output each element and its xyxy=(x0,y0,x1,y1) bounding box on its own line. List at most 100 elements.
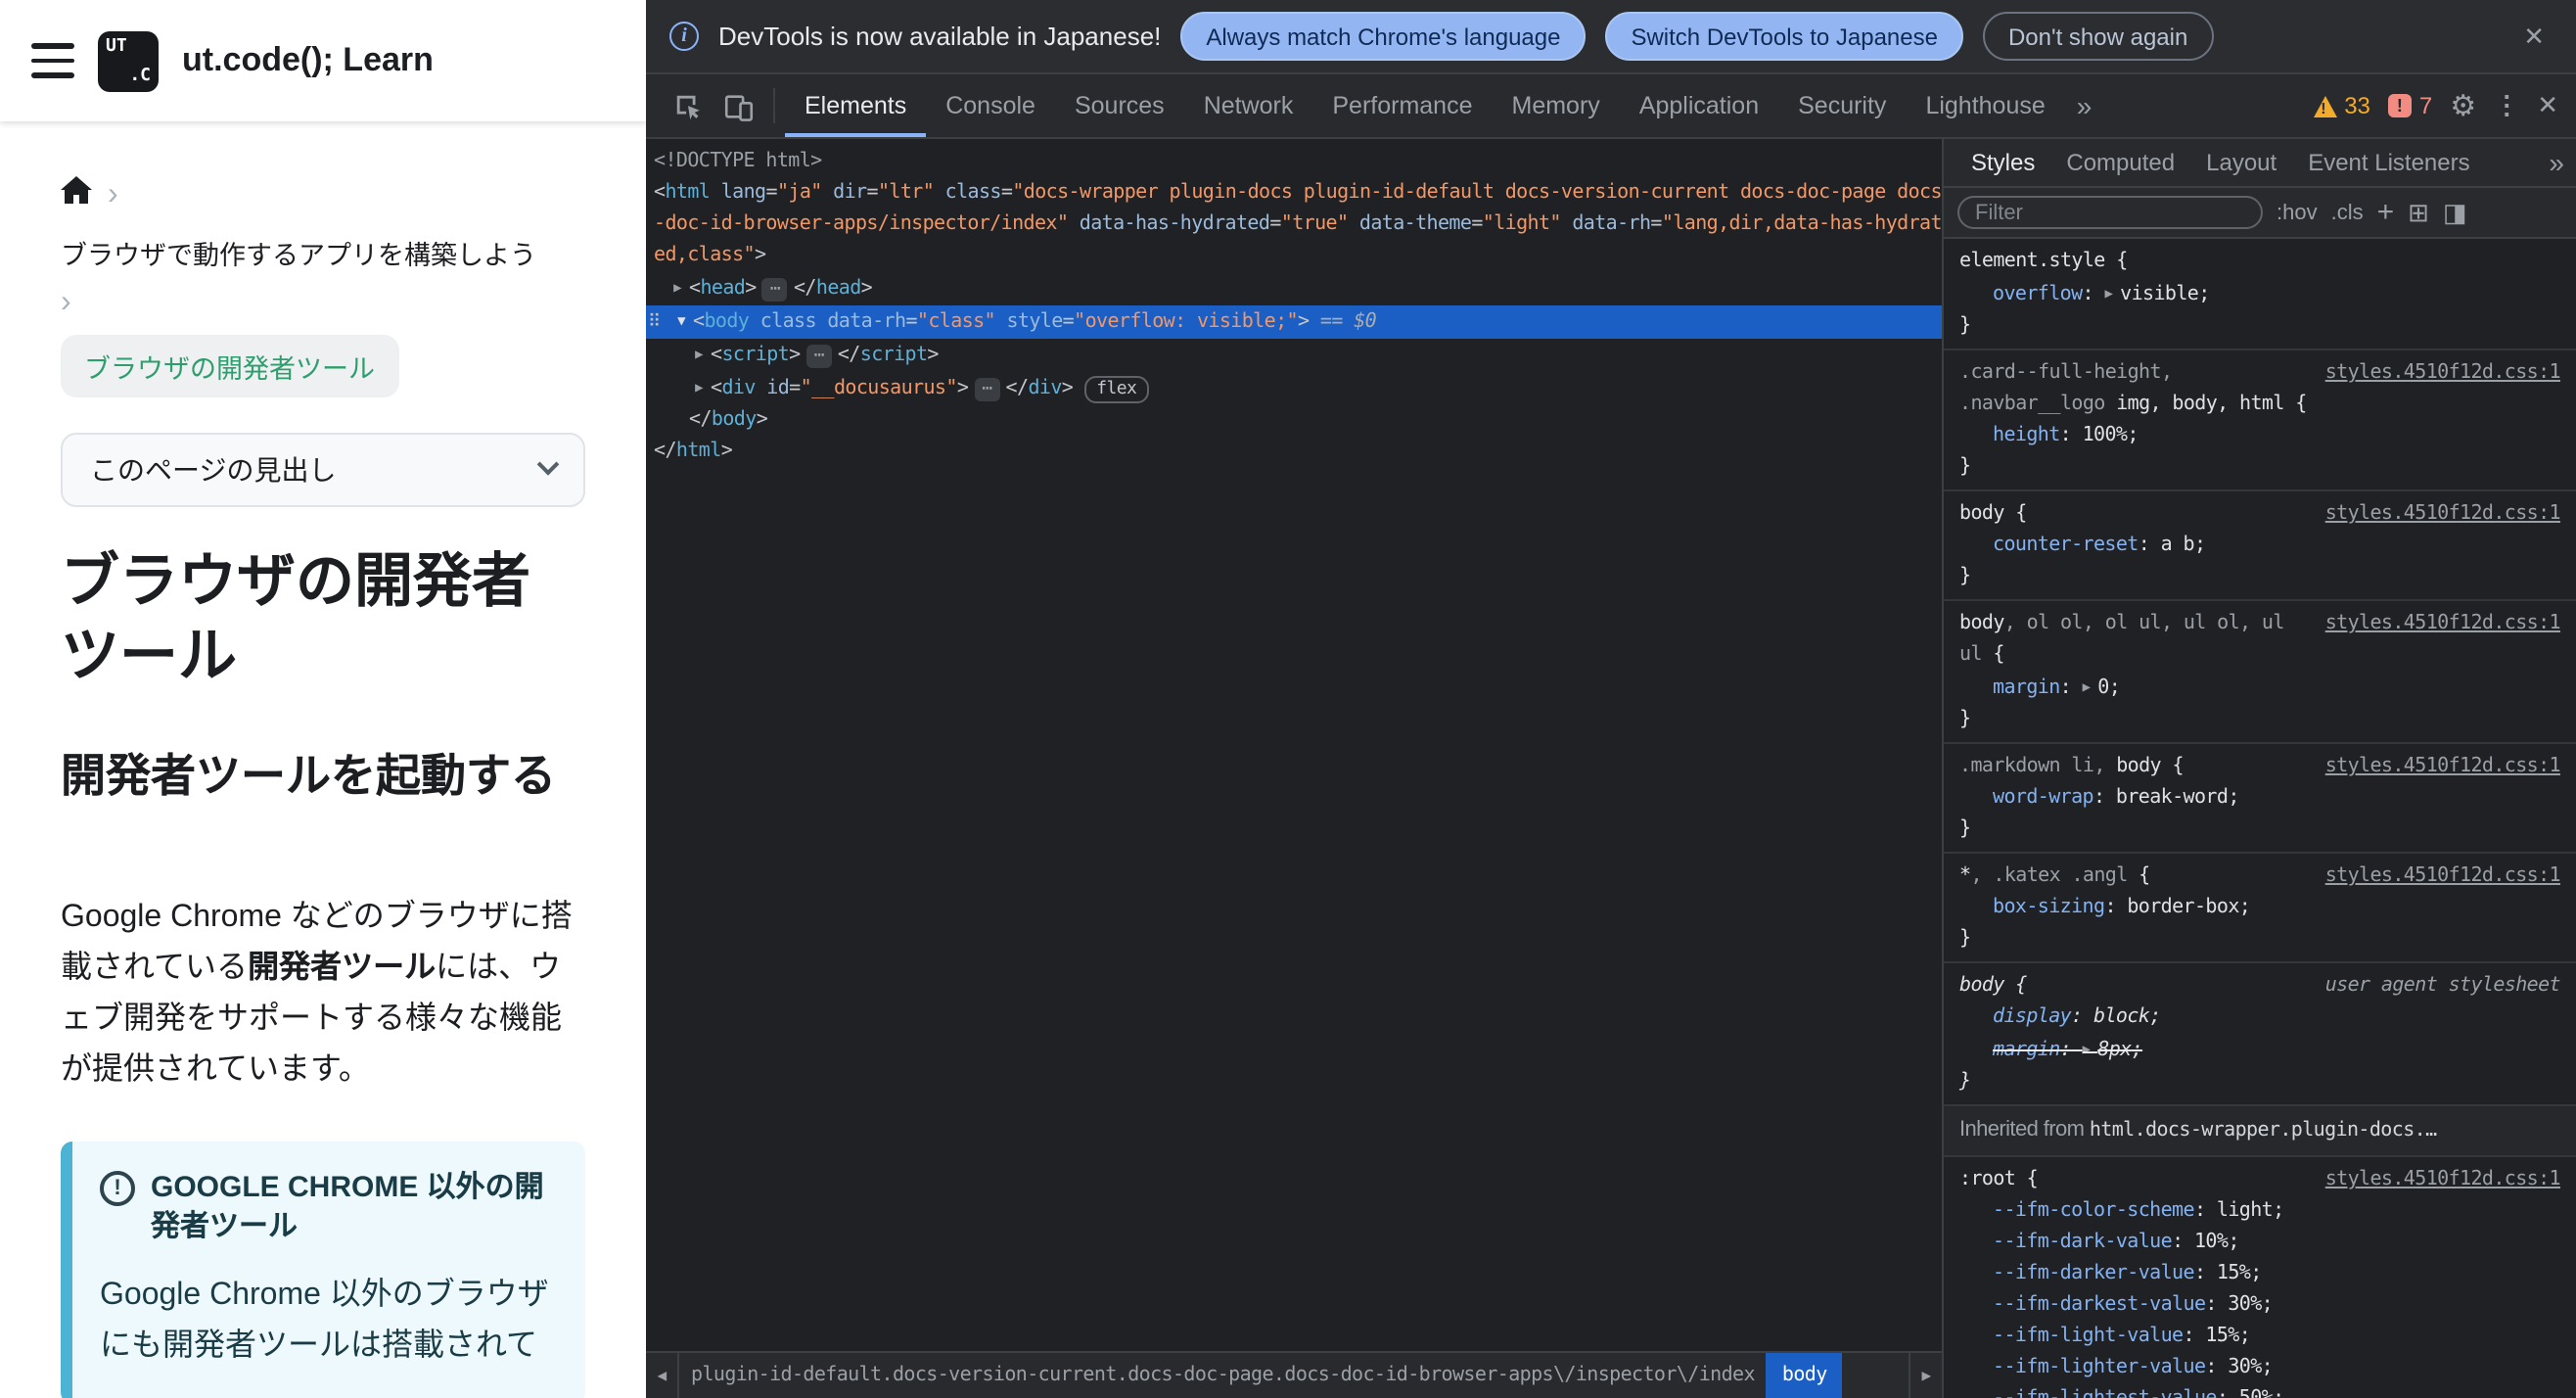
kebab-menu-icon[interactable]: ⋮ xyxy=(2494,90,2519,121)
css-declaration[interactable]: counter-reset: a b; xyxy=(1959,531,2560,562)
dom-token: > xyxy=(745,278,757,300)
always-match-language-button[interactable]: Always match Chrome's language xyxy=(1180,12,1587,61)
tab-layout[interactable]: Layout xyxy=(2190,138,2292,187)
dom-node[interactable]: ▶ <head> ⋯ </head> xyxy=(646,272,1942,305)
scroll-right-icon[interactable]: ▶ xyxy=(1909,1353,1942,1398)
expand-arrow-icon[interactable]: ▶ xyxy=(2083,1042,2098,1057)
expand-arrow-icon[interactable]: ▶ xyxy=(687,339,711,370)
dom-breadcrumb-current[interactable]: body xyxy=(1766,1353,1843,1398)
flex-adorner-badge[interactable]: flex xyxy=(1084,376,1149,403)
dom-token: head xyxy=(815,278,861,300)
element-classes-button[interactable]: .cls xyxy=(2331,201,2364,224)
css-brace: { xyxy=(2104,251,2128,272)
stylesheet-link[interactable]: styles.4510f12d.css:1 xyxy=(2325,499,2561,531)
tab-elements[interactable]: Elements xyxy=(785,74,926,137)
expand-arrow-icon[interactable]: ▶ xyxy=(666,272,689,303)
breadcrumb-parent-link[interactable]: ブラウザで動作するアプリを構築しよう xyxy=(61,233,536,272)
toggle-element-state-button[interactable]: :hov xyxy=(2277,201,2318,224)
tab-memory[interactable]: Memory xyxy=(1493,74,1620,137)
dom-node[interactable]: <!DOCTYPE html> xyxy=(646,147,1942,178)
collapsed-content-icon[interactable]: ⋯ xyxy=(974,378,1000,401)
dom-token: > xyxy=(720,441,733,462)
tab-computed[interactable]: Computed xyxy=(2050,138,2190,187)
device-toolbar-icon[interactable] xyxy=(713,91,763,120)
expand-arrow-icon[interactable]: ▶ xyxy=(2104,286,2120,302)
stylesheet-link[interactable]: styles.4510f12d.css:1 xyxy=(2325,752,2561,783)
css-selector: body xyxy=(2116,756,2161,777)
css-declaration[interactable]: word-wrap: break-word; xyxy=(1959,783,2560,815)
dom-token: "overflow: visible;" xyxy=(1074,311,1298,333)
site-title[interactable]: ut.code(); Learn xyxy=(182,41,434,80)
tab-security[interactable]: Security xyxy=(1778,74,1906,137)
dom-token: "ja" xyxy=(776,182,822,204)
css-declaration[interactable]: box-sizing: border-box; xyxy=(1959,893,2560,924)
collapsed-content-icon[interactable]: ⋯ xyxy=(761,278,788,302)
dom-node[interactable]: </html> xyxy=(646,437,1942,468)
settings-gear-icon[interactable]: ⚙ xyxy=(2450,88,2476,123)
dom-node[interactable]: ⠿ ▼ <body class data-rh="class" style="ove… xyxy=(646,305,1942,339)
more-tabs-icon[interactable]: » xyxy=(2537,147,2576,178)
stylesheet-link[interactable]: styles.4510f12d.css:1 xyxy=(2325,609,2561,640)
new-style-rule-icon[interactable]: + xyxy=(2377,198,2395,227)
site-logo[interactable]: UT .C xyxy=(98,30,159,91)
warnings-badge[interactable]: ! 33 xyxy=(2313,92,2370,119)
css-declaration[interactable]: --ifm-darker-value: 15%; xyxy=(1959,1259,2560,1290)
tab-performance[interactable]: Performance xyxy=(1312,74,1492,137)
dom-token: > xyxy=(789,345,801,366)
dom-token: == $0 xyxy=(1309,311,1377,333)
css-declaration[interactable]: --ifm-lighter-value: 30%; xyxy=(1959,1353,2560,1384)
devtools-infobar: i DevTools is now available in Japanese!… xyxy=(646,0,2576,74)
css-declaration[interactable]: display: block; xyxy=(1959,1002,2560,1034)
css-declaration[interactable]: margin: ▶ 8px; xyxy=(1959,1034,2560,1067)
dom-token: > xyxy=(927,345,939,366)
grid-icon[interactable]: ⊞ xyxy=(2408,197,2429,228)
css-declaration[interactable]: --ifm-color-scheme: light; xyxy=(1959,1196,2560,1228)
stylesheet-link[interactable]: styles.4510f12d.css:1 xyxy=(2325,358,2561,390)
css-selector: * xyxy=(1959,865,1971,887)
dom-node[interactable]: ▶ <script> ⋯ </script> xyxy=(646,339,1942,372)
css-declaration[interactable]: --ifm-darkest-value: 30%; xyxy=(1959,1290,2560,1322)
dom-token: class xyxy=(749,311,817,333)
dom-breadcrumb-path[interactable]: plugin-id-default.docs-version-current.d… xyxy=(679,1353,1767,1398)
expand-arrow-icon[interactable]: ▶ xyxy=(2083,679,2098,695)
switch-devtools-japanese-button[interactable]: Switch DevTools to Japanese xyxy=(1605,12,1963,61)
split-panel-icon[interactable]: ◨ xyxy=(2443,197,2467,228)
scroll-left-icon[interactable]: ◀ xyxy=(646,1353,679,1398)
tab-network[interactable]: Network xyxy=(1184,74,1313,137)
dom-node[interactable]: </body> xyxy=(646,405,1942,437)
dom-token: = xyxy=(765,182,777,204)
css-declaration[interactable]: --ifm-light-value: 15%; xyxy=(1959,1322,2560,1353)
dom-node[interactable]: ▶ <div id="__docusaurus"> ⋯ </div> flex xyxy=(646,372,1942,405)
css-declaration[interactable]: overflow: ▶ visible; xyxy=(1959,278,2560,311)
menu-button[interactable] xyxy=(31,43,74,78)
stylesheet-link[interactable]: styles.4510f12d.css:1 xyxy=(2325,1165,2561,1196)
home-icon[interactable] xyxy=(61,176,92,213)
tab-lighthouse[interactable]: Lighthouse xyxy=(1906,74,2064,137)
stylesheet-link[interactable]: styles.4510f12d.css:1 xyxy=(2325,862,2561,893)
tab-sources[interactable]: Sources xyxy=(1055,74,1184,137)
stylesheet-link[interactable]: user agent stylesheet xyxy=(2325,971,2561,1002)
tab-console[interactable]: Console xyxy=(926,74,1055,137)
tab-styles[interactable]: Styles xyxy=(1955,138,2050,187)
dont-show-again-button[interactable]: Don't show again xyxy=(1982,12,2214,61)
inspect-element-icon[interactable] xyxy=(662,91,713,120)
site-header: UT .C ut.code(); Learn xyxy=(0,0,646,121)
css-brace: { xyxy=(2283,394,2307,415)
infobar-close-icon[interactable]: ✕ xyxy=(2523,21,2553,52)
tab-application[interactable]: Application xyxy=(1620,74,1778,137)
expand-arrow-icon[interactable]: ▶ xyxy=(687,372,711,403)
tab-event-listeners[interactable]: Event Listeners xyxy=(2292,138,2485,187)
css-declaration[interactable]: --ifm-dark-value: 10%; xyxy=(1959,1228,2560,1259)
css-declaration[interactable]: height: 100%; xyxy=(1959,421,2560,452)
css-declaration[interactable]: --ifm-lightest-value: 50%; xyxy=(1959,1384,2560,1398)
more-tabs-icon[interactable]: » xyxy=(2065,74,2104,137)
css-declaration[interactable]: margin: ▶ 0; xyxy=(1959,672,2560,705)
collapsed-content-icon[interactable]: ⋯ xyxy=(805,345,832,368)
devtools-close-icon[interactable]: ✕ xyxy=(2537,90,2558,121)
dom-node[interactable]: <html lang="ja" dir="ltr" class="docs-wr… xyxy=(646,178,1942,272)
toc-toggle[interactable]: このページの見出し xyxy=(61,433,585,507)
expand-arrow-icon[interactable]: ▼ xyxy=(669,305,693,337)
node-link[interactable]: html.docs-wrapper.plugin-docs.… xyxy=(2090,1120,2437,1142)
styles-filter-input[interactable] xyxy=(1957,196,2263,229)
issues-badge[interactable]: ! 7 xyxy=(2387,92,2432,119)
